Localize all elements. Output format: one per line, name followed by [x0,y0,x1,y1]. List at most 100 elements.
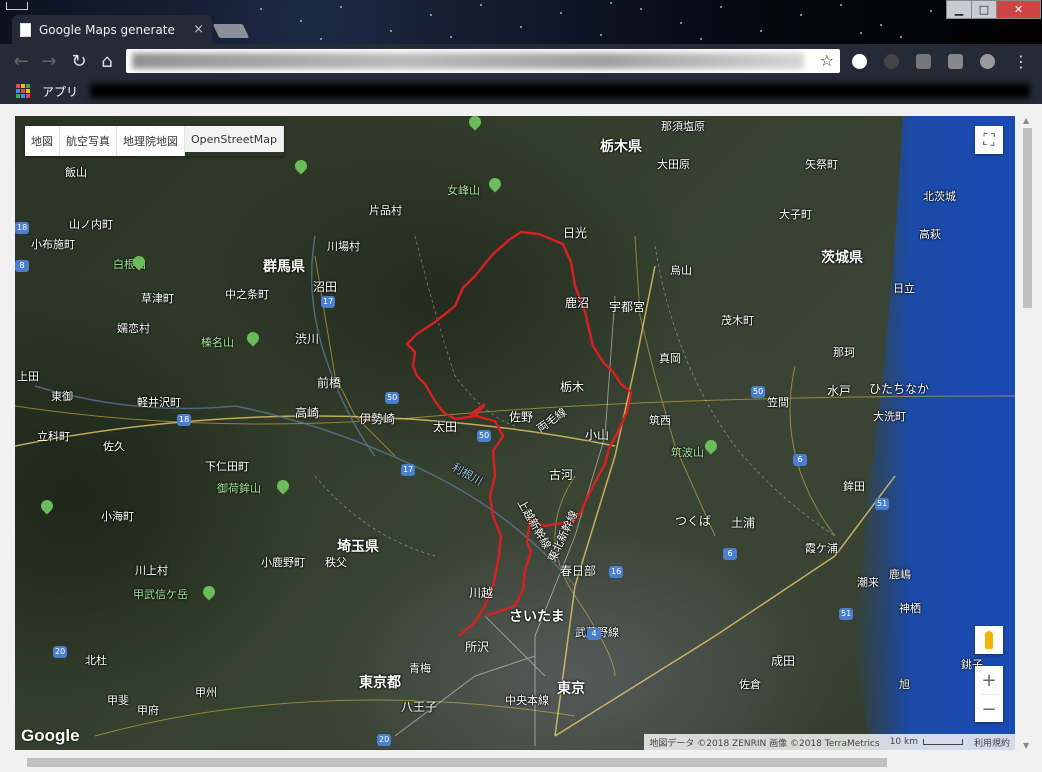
page-content: 栃木県 群馬県 茨城県 埼玉県 東京都 那須塩原 大田原 矢祭町 北茨城 高萩 … [0,104,1042,772]
map-label: 北杜 [85,654,107,667]
address-bar[interactable]: ☆ [126,49,840,73]
map-label: 大田原 [657,158,690,171]
map-label: 東御 [51,390,73,403]
map-label: 上田 [17,370,39,383]
horizontal-scroll-thumb[interactable] [27,758,887,767]
zoom-out-button[interactable]: − [975,695,1003,723]
scroll-up-icon[interactable]: ▲ [1023,116,1029,125]
star-decoration [560,12,562,14]
map-label: 甲府 [137,704,159,717]
back-icon[interactable]: ← [10,50,32,72]
tab-close-icon[interactable]: × [193,22,204,37]
reload-icon[interactable]: ↻ [68,50,90,72]
star-decoration [800,14,802,16]
maximize-button[interactable]: □ [971,0,997,19]
map-type-satellite[interactable]: 航空写真 [60,126,117,156]
vertical-scroll-thumb[interactable] [1023,128,1032,308]
star-decoration [340,6,342,8]
bookmarks-bar: アプリ [0,78,1042,104]
browser-tab[interactable]: Google Maps generate × [12,15,212,44]
extension-circle-icon[interactable] [884,54,899,69]
apps-link[interactable]: アプリ [42,83,78,100]
scroll-down-icon[interactable]: ▼ [1023,741,1029,750]
map-label: 高萩 [919,228,941,241]
map-label: 茂木町 [721,314,754,327]
map-label: 鉾田 [843,480,865,493]
map-label: 川越 [469,586,494,600]
new-tab-button[interactable] [212,24,250,38]
star-decoration [430,14,432,16]
map-label: 川上村 [135,564,168,577]
map-label: 霞ケ浦 [805,542,838,555]
map-label: 甲州 [195,686,217,699]
map-label: 御荷鉾山 [217,482,261,495]
map-label: 八王子 [401,700,438,714]
extension-gauge-icon[interactable] [980,54,995,69]
forward-icon[interactable]: → [38,50,60,72]
menu-icon[interactable]: ⋮ [1010,50,1032,72]
star-decoration [450,36,452,38]
pegman-icon [985,631,993,649]
map-label: 筑西 [649,414,671,427]
route-shield: 17 [401,464,416,476]
map-label: 小海町 [101,510,134,523]
route-shield: 50 [385,392,400,404]
browser-toolbar: ← → ↻ ⌂ ☆ ⋮ [0,44,1042,78]
route-shield: 20 [377,734,392,746]
scale-bar [922,739,963,745]
extension-pocket-icon[interactable] [948,54,963,69]
extension-e-icon[interactable] [852,54,867,69]
map-label: 那須塩原 [661,120,705,133]
map-label: 沼田 [313,280,338,294]
map-label: 北茨城 [923,190,956,203]
map-type-gsi[interactable]: 地理院地図 [117,126,185,156]
route-shield: 18 [15,222,30,234]
vertical-scrollbar[interactable]: ▲ ▼ [1019,116,1036,750]
map-label: 渋川 [295,332,320,346]
document-icon [20,22,31,37]
map-label: さいたま [509,609,565,625]
map-label: 笠間 [767,396,789,409]
map-label: 東京都 [359,675,401,691]
map-label: 甲武信ケ岳 [133,588,188,601]
map-label: 水戸 [827,384,852,398]
close-window-button[interactable]: ✕ [996,0,1041,19]
map-type-roadmap[interactable]: 地図 [25,126,60,156]
map-label: 秩父 [325,556,347,569]
fullscreen-button[interactable]: ⛶ [975,126,1003,154]
map-label: 東京 [557,681,585,697]
map-label: 小布施町 [31,238,75,251]
route-shield: 18 [177,414,192,426]
bookmark-star-icon[interactable]: ☆ [820,51,834,70]
map-label: 潮来 [857,576,879,589]
terms-link[interactable]: 利用規約 [969,736,1015,749]
star-decoration [610,2,612,4]
star-decoration [390,30,392,32]
minimize-button[interactable]: ▁ [946,0,972,19]
map-label: 筑波山 [671,446,704,459]
scale-label[interactable]: 10 km [885,737,923,747]
apps-grid-icon[interactable] [16,84,30,98]
route-shield: 51 [875,498,890,510]
google-logo[interactable]: Google [21,726,80,746]
map-label: 旭 [899,678,910,691]
window-logo-icon [6,2,28,10]
horizontal-scrollbar[interactable] [15,754,1019,771]
google-map[interactable]: 栃木県 群馬県 茨城県 埼玉県 東京都 那須塩原 大田原 矢祭町 北茨城 高萩 … [15,116,1015,750]
map-label: 伊勢崎 [359,412,396,426]
star-decoration [930,10,932,12]
map-label: 烏山 [670,264,692,277]
route-shield: 16 [609,566,624,578]
extension-square-icon[interactable] [916,54,931,69]
map-label: 鹿沼 [565,296,590,310]
map-label: 小山 [585,428,610,442]
street-view-pegman[interactable] [975,626,1003,654]
star-decoration [520,26,522,28]
zoom-in-button[interactable]: + [975,666,1003,694]
route-shield: 17 [321,296,336,308]
map-label: 佐野 [509,410,534,424]
map-type-osm[interactable]: OpenStreetMap [185,126,285,152]
star-decoration [720,6,722,8]
route-shield: 6 [793,454,807,466]
home-icon[interactable]: ⌂ [96,50,118,72]
